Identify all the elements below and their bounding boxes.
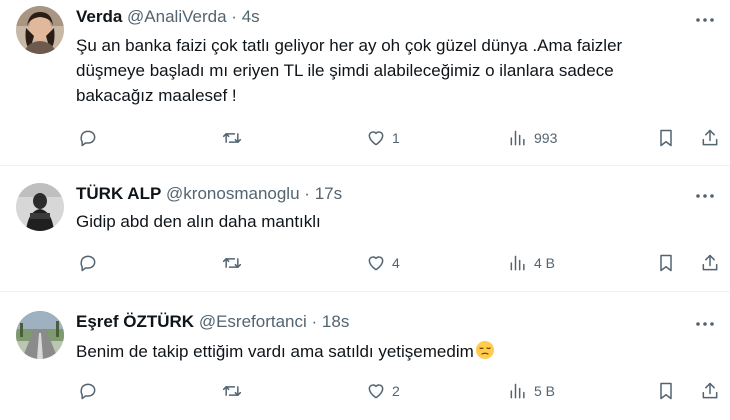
separator-dot: · — [304, 184, 310, 203]
tweet-text: Şu an banka faizi çok tatlı geliyor her … — [76, 36, 623, 105]
like-count: 2 — [392, 383, 400, 399]
tweet-text: Gidip abd den alın daha mantıklı — [76, 212, 321, 231]
view-count: 5 B — [534, 383, 556, 399]
heart-icon — [368, 384, 384, 399]
display-name[interactable]: TÜRK ALP — [76, 184, 161, 203]
tweet[interactable]: Verda @AnaliVerda · 4s Şu an banka faizi… — [0, 0, 730, 166]
reply-button[interactable] — [78, 123, 104, 153]
tweet[interactable]: TÜRK ALP @kronosmanoglu · 17s Gidip abd … — [0, 166, 730, 292]
analytics-icon — [510, 255, 525, 271]
share-icon — [702, 129, 718, 146]
views-button[interactable]: 993 — [508, 123, 557, 153]
tweet-header: TÜRK ALP @kronosmanoglu · 17s — [76, 183, 342, 205]
share-button[interactable] — [700, 248, 720, 278]
tweet-actions: 4 4 B — [76, 248, 726, 278]
retweet-button[interactable] — [222, 376, 248, 406]
timestamp[interactable]: 4s — [242, 7, 260, 26]
tweet[interactable]: Eşref ÖZTÜRK @Esrefortanci · 18s Benim d… — [0, 292, 730, 420]
timestamp[interactable]: 18s — [322, 312, 349, 331]
more-options-icon[interactable] — [694, 9, 716, 31]
user-handle[interactable]: @Esrefortanci — [199, 312, 307, 331]
avatar[interactable] — [16, 311, 64, 359]
share-icon — [702, 254, 718, 271]
more-options-icon[interactable] — [694, 313, 716, 335]
views-button[interactable]: 4 B — [508, 248, 555, 278]
like-button[interactable]: 1 — [366, 123, 400, 153]
bookmark-button[interactable] — [656, 376, 676, 406]
pensive-face-emoji — [475, 340, 495, 360]
reply-feed: Verda @AnaliVerda · 4s Şu an banka faizi… — [0, 0, 730, 420]
display-name[interactable]: Verda — [76, 7, 122, 26]
bookmark-icon — [660, 382, 672, 400]
share-icon — [702, 382, 718, 399]
bookmark-button[interactable] — [656, 248, 676, 278]
user-handle[interactable]: @kronosmanoglu — [166, 184, 300, 203]
analytics-icon — [510, 130, 525, 146]
reply-icon — [80, 255, 96, 272]
bookmark-button[interactable] — [656, 123, 676, 153]
tweet-text: Benim de takip ettiğim vardı ama satıldı… — [76, 342, 474, 361]
retweet-button[interactable] — [222, 123, 248, 153]
retweet-button[interactable] — [222, 248, 248, 278]
share-button[interactable] — [700, 376, 720, 406]
view-count: 993 — [534, 130, 558, 146]
share-button[interactable] — [700, 123, 720, 153]
reply-button[interactable] — [78, 248, 104, 278]
user-handle[interactable]: @AnaliVerda — [127, 7, 227, 26]
heart-icon — [368, 256, 384, 271]
view-count: 4 B — [534, 255, 556, 271]
retweet-icon — [222, 133, 242, 143]
heart-icon — [368, 131, 384, 146]
separator-dot: · — [231, 7, 237, 26]
like-button[interactable]: 4 — [366, 248, 400, 278]
avatar[interactable] — [16, 183, 64, 231]
tweet-header: Eşref ÖZTÜRK @Esrefortanci · 18s — [76, 311, 349, 333]
bookmark-icon — [660, 254, 672, 272]
retweet-icon — [222, 386, 242, 396]
avatar[interactable] — [16, 6, 64, 54]
tweet-actions: 1 993 — [76, 123, 726, 153]
like-button[interactable]: 2 — [366, 376, 400, 406]
like-count: 1 — [392, 130, 400, 146]
more-options-icon[interactable] — [694, 185, 716, 207]
display-name[interactable]: Eşref ÖZTÜRK — [76, 312, 194, 331]
tweet-header: Verda @AnaliVerda · 4s — [76, 6, 260, 28]
separator-dot: · — [311, 312, 318, 331]
analytics-icon — [510, 383, 525, 399]
reply-button[interactable] — [78, 376, 104, 406]
tweet-text-container: Benim de takip ettiğim vardı ama satıldı… — [76, 339, 686, 364]
reply-icon — [80, 383, 96, 400]
timestamp[interactable]: 17s — [315, 184, 342, 203]
reply-icon — [80, 130, 96, 147]
views-button[interactable]: 5 B — [508, 376, 555, 406]
tweet-actions: 2 5 B — [76, 376, 726, 406]
bookmark-icon — [660, 129, 672, 147]
like-count: 4 — [392, 255, 400, 271]
retweet-icon — [222, 258, 242, 268]
